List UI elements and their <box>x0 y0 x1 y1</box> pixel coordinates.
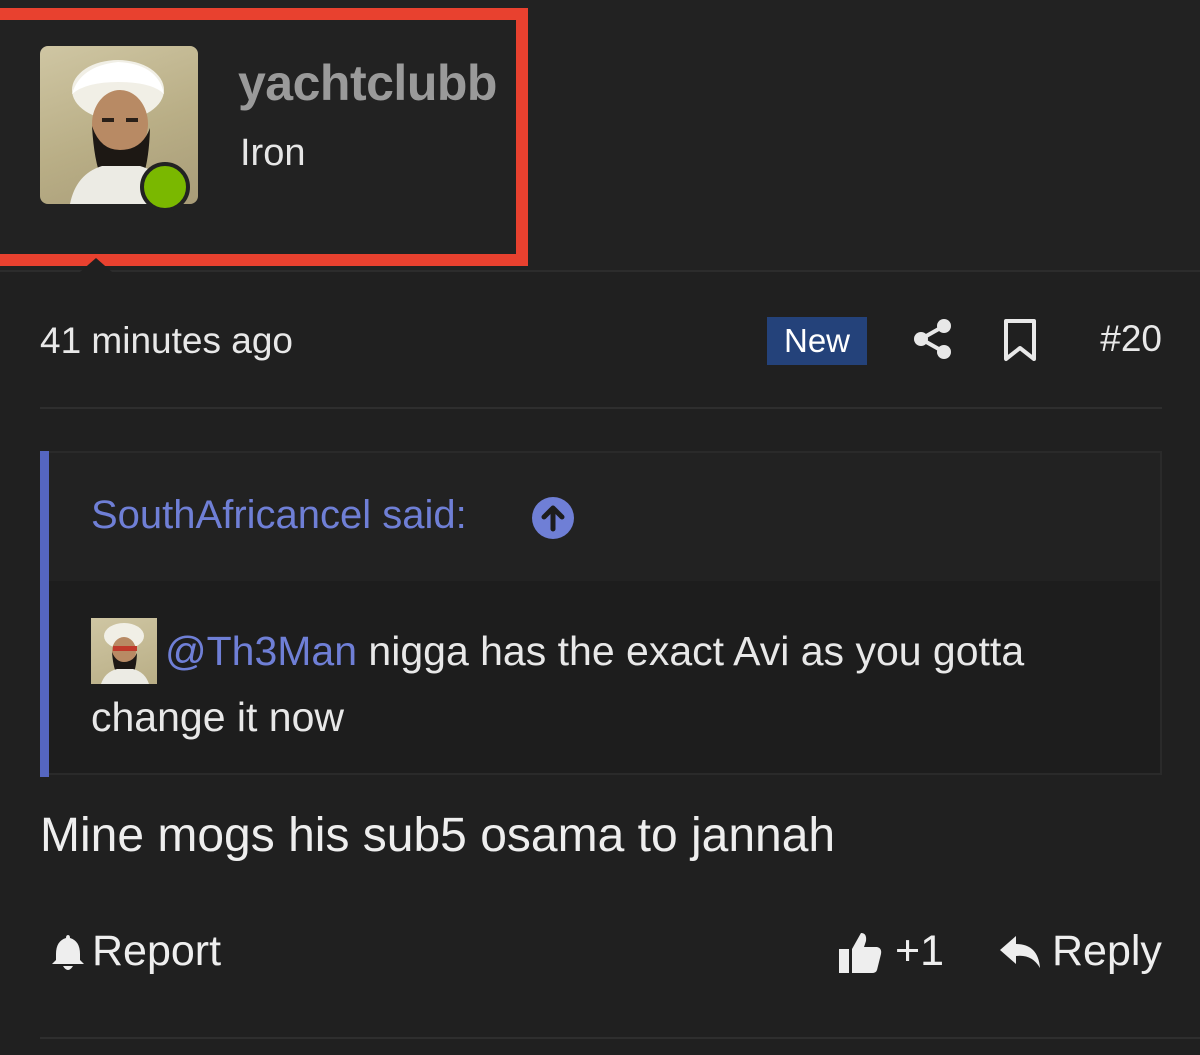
post-user-header: yachtclubb Iron <box>0 0 1200 272</box>
post-actions: Report +1 Reply <box>40 925 1162 985</box>
reply-label: Reply <box>1052 927 1162 975</box>
bell-icon <box>52 934 84 970</box>
report-button[interactable]: Report <box>50 927 221 976</box>
reply-button[interactable]: Reply <box>998 927 1162 976</box>
post-timestamp[interactable]: 41 minutes ago <box>40 320 293 362</box>
arrow-up-circle-icon[interactable] <box>531 496 575 540</box>
divider <box>40 1037 1200 1039</box>
quote-author-link[interactable]: SouthAfricancel said: <box>91 493 467 538</box>
like-button[interactable]: +1 <box>837 927 944 976</box>
like-count: +1 <box>895 927 945 975</box>
thumbs-up-icon <box>839 932 882 973</box>
report-label: Report <box>92 927 222 975</box>
bookmark-icon[interactable] <box>1002 318 1038 362</box>
post-meta-row: 41 minutes ago New #20 <box>40 310 1162 370</box>
quote-block: SouthAfricancel said: @Th3Man nigga has … <box>40 451 1162 777</box>
red-highlight-annotation <box>0 8 528 266</box>
header-pointer <box>80 258 112 272</box>
post-number-link[interactable]: #20 <box>1100 318 1162 360</box>
new-badge: New <box>767 317 867 365</box>
user-mention-link[interactable]: @Th3Man <box>165 628 357 674</box>
forum-post: yachtclubb Iron 41 minutes ago New #20 S… <box>0 0 1200 1055</box>
mention-avatar[interactable] <box>91 618 157 684</box>
post-message: Mine mogs his sub5 osama to jannah <box>40 809 836 862</box>
reply-arrow-icon <box>1000 935 1040 968</box>
mention-avatar-portrait <box>101 623 149 684</box>
share-icon[interactable] <box>910 316 956 362</box>
quote-content: @Th3Man nigga has the exact Avi as you g… <box>91 618 1131 750</box>
divider <box>40 407 1162 409</box>
quote-accent-bar <box>40 451 49 777</box>
quote-header: SouthAfricancel said: <box>49 453 1160 581</box>
